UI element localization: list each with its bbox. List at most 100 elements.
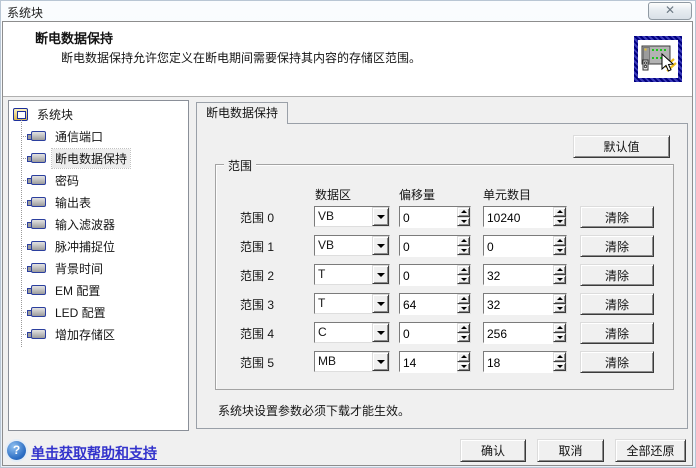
offset-stepper[interactable] (399, 264, 471, 285)
clear-button[interactable]: 清除 (580, 206, 654, 228)
clear-button[interactable]: 清除 (580, 235, 654, 257)
offset-input[interactable] (400, 294, 457, 315)
count-input[interactable] (484, 236, 553, 257)
clear-button[interactable]: 清除 (580, 351, 654, 373)
module-icon (31, 197, 46, 207)
spin-down-icon[interactable] (457, 362, 470, 372)
title-bar[interactable]: 系统块 ✕ (0, 0, 696, 22)
data-area-select[interactable]: C (314, 322, 390, 343)
count-input[interactable] (484, 265, 553, 286)
spin-up-icon[interactable] (553, 294, 566, 304)
offset-input[interactable] (400, 236, 457, 257)
spin-down-icon[interactable] (457, 333, 470, 343)
chevron-down-icon[interactable] (372, 265, 389, 284)
count-stepper[interactable] (483, 264, 567, 285)
help-icon[interactable]: ? (7, 441, 26, 460)
defaults-button[interactable]: 默认值 (573, 135, 670, 158)
offset-input[interactable] (400, 265, 457, 286)
module-icon (31, 307, 46, 317)
tree-item-background-time[interactable]: 背景时间 (9, 257, 188, 279)
spin-up-icon[interactable] (553, 352, 566, 362)
cancel-button[interactable]: 取消 (537, 439, 604, 462)
data-area-select[interactable]: VB (314, 235, 390, 256)
data-area-select[interactable]: T (314, 293, 390, 314)
offset-input[interactable] (400, 323, 457, 344)
offset-stepper[interactable] (399, 322, 471, 343)
spin-up-icon[interactable] (457, 207, 470, 217)
restore-all-button[interactable]: 全部还原 (615, 439, 686, 462)
chevron-down-icon[interactable] (372, 323, 389, 342)
offset-stepper[interactable] (399, 206, 471, 227)
range-row: 范围 0 VB 清除 (197, 206, 687, 228)
offset-stepper[interactable] (399, 293, 471, 314)
count-input[interactable] (484, 352, 553, 373)
data-area-select[interactable]: VB (314, 206, 390, 227)
column-header-offset: 偏移量 (399, 186, 435, 203)
help-link[interactable]: 单击获取帮助和支持 (31, 443, 157, 463)
count-input[interactable] (484, 294, 553, 315)
data-area-select[interactable]: MB (314, 351, 390, 372)
count-stepper[interactable] (483, 322, 567, 343)
tree-root-system-block[interactable]: 系统块 (9, 103, 188, 125)
spin-down-icon[interactable] (457, 217, 470, 227)
range-row: 范围 3 T 清除 (197, 293, 687, 315)
tree-item-retentive-data[interactable]: 断电数据保持 (9, 147, 188, 169)
download-note: 系统块设置参数必须下载才能生效。 (218, 402, 410, 419)
spin-up-icon[interactable] (457, 294, 470, 304)
spin-down-icon[interactable] (457, 275, 470, 285)
spin-up-icon[interactable] (553, 265, 566, 275)
module-icon (31, 131, 46, 141)
clear-button[interactable]: 清除 (580, 293, 654, 315)
tree-item-password[interactable]: 密码 (9, 169, 188, 191)
range-group-title: 范围 (224, 157, 256, 174)
spin-down-icon[interactable] (553, 217, 566, 227)
spin-up-icon[interactable] (457, 323, 470, 333)
spin-down-icon[interactable] (553, 275, 566, 285)
tree-item-pulse-catch[interactable]: 脉冲捕捉位 (9, 235, 188, 257)
chevron-down-icon[interactable] (372, 236, 389, 255)
spin-down-icon[interactable] (553, 362, 566, 372)
tree-item-increase-memory[interactable]: 增加存储区 (9, 323, 188, 345)
spin-down-icon[interactable] (457, 304, 470, 314)
close-button[interactable]: ✕ (648, 2, 692, 20)
range-label: 范围 5 (240, 354, 274, 371)
chevron-down-icon[interactable] (372, 207, 389, 226)
offset-input[interactable] (400, 352, 457, 373)
spin-up-icon[interactable] (457, 236, 470, 246)
spin-down-icon[interactable] (553, 246, 566, 256)
chevron-down-icon[interactable] (372, 352, 389, 371)
clear-button[interactable]: 清除 (580, 322, 654, 344)
tree-root-label: 系统块 (34, 105, 76, 124)
spin-down-icon[interactable] (553, 333, 566, 343)
chevron-down-icon[interactable] (372, 294, 389, 313)
count-input[interactable] (484, 207, 553, 228)
spin-down-icon[interactable] (553, 304, 566, 314)
data-area-select[interactable]: T (314, 264, 390, 285)
tree-item-em-config[interactable]: EM 配置 (9, 279, 188, 301)
range-label: 范围 2 (240, 267, 274, 284)
confirm-button[interactable]: 确认 (460, 439, 526, 462)
tree-item-led-config[interactable]: LED 配置 (9, 301, 188, 323)
spin-up-icon[interactable] (457, 352, 470, 362)
spin-up-icon[interactable] (553, 236, 566, 246)
spin-up-icon[interactable] (553, 207, 566, 217)
module-icon (31, 329, 46, 339)
clear-button[interactable]: 清除 (580, 264, 654, 286)
tree-item-output-table[interactable]: 输出表 (9, 191, 188, 213)
count-input[interactable] (484, 323, 553, 344)
window-title: 系统块 (7, 4, 43, 21)
count-stepper[interactable] (483, 351, 567, 372)
spin-down-icon[interactable] (457, 246, 470, 256)
tab-retentive-data[interactable]: 断电数据保持 (196, 102, 288, 124)
column-header-count: 单元数目 (483, 186, 531, 203)
spin-up-icon[interactable] (553, 323, 566, 333)
count-stepper[interactable] (483, 235, 567, 256)
spin-up-icon[interactable] (457, 265, 470, 275)
offset-stepper[interactable] (399, 235, 471, 256)
tree-item-comm-port[interactable]: 通信端口 (9, 125, 188, 147)
offset-stepper[interactable] (399, 351, 471, 372)
offset-input[interactable] (400, 207, 457, 228)
tree-item-input-filter[interactable]: 输入滤波器 (9, 213, 188, 235)
count-stepper[interactable] (483, 206, 567, 227)
count-stepper[interactable] (483, 293, 567, 314)
